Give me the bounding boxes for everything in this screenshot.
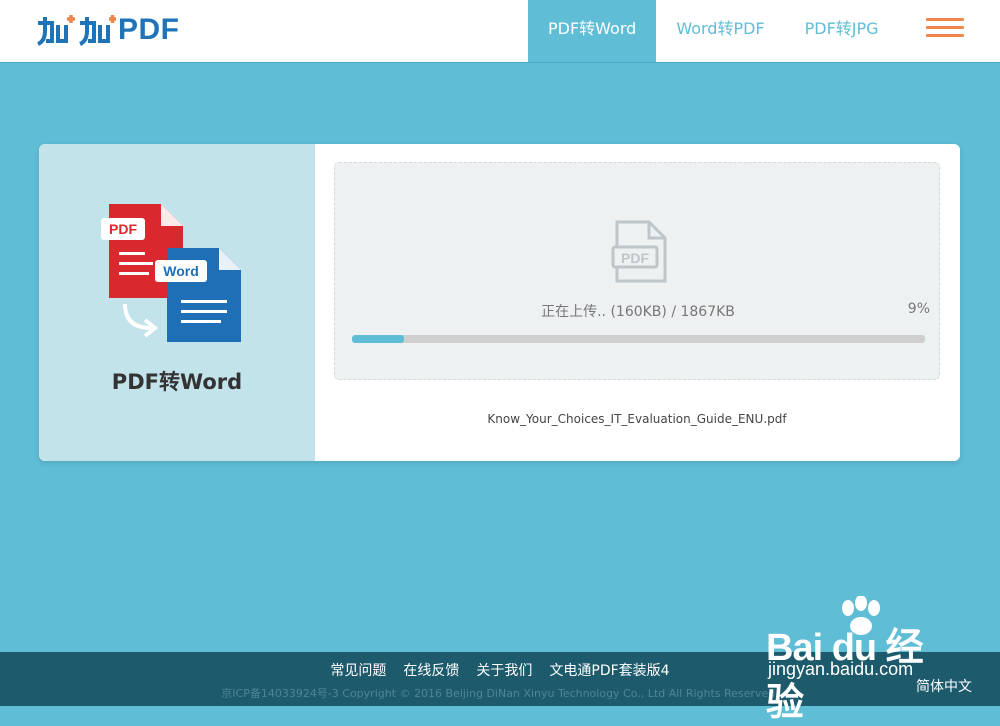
converter-info-panel: PDF Word PDF转Word xyxy=(39,144,315,461)
site-logo[interactable]: PDF xyxy=(36,10,180,50)
footer-link-faq[interactable]: 常见问题 xyxy=(330,660,386,680)
pdf-to-word-illustration-icon: PDF Word xyxy=(101,204,241,342)
tab-pdf-to-jpg[interactable]: PDF转JPG xyxy=(785,0,899,62)
upload-progress-bar xyxy=(352,335,925,343)
baidu-jingyan-watermark: Bai du 经验 jingyan.baidu.com xyxy=(762,596,952,724)
upload-percent-text: 9% xyxy=(907,301,930,317)
upload-progress-fill xyxy=(352,335,404,343)
upload-area[interactable]: PDF 正在上传.. (160KB) / 1867KB 9% xyxy=(334,162,940,380)
footer-link-about[interactable]: 关于我们 xyxy=(476,660,532,680)
footer-link-feedback[interactable]: 在线反馈 xyxy=(403,660,459,680)
watermark-url: jingyan.baidu.com xyxy=(768,659,914,679)
jiajia-logo-icon xyxy=(37,15,116,46)
illustration-pdf-label: PDF xyxy=(109,221,137,237)
top-header: PDF PDF转Word Word转PDF PDF转JPG xyxy=(0,0,1000,63)
uploaded-filename: Know_Your_Choices_IT_Evaluation_Guide_EN… xyxy=(487,412,787,426)
tab-pdf-to-word[interactable]: PDF转Word xyxy=(528,0,657,62)
file-icon-label: PDF xyxy=(621,250,649,266)
converter-title: PDF转Word xyxy=(111,370,243,394)
tab-word-to-pdf[interactable]: Word转PDF xyxy=(656,0,784,62)
footer-link-suite[interactable]: 文电通PDF套装版4 xyxy=(549,660,669,680)
logo-pdf-text: PDF xyxy=(118,13,180,46)
converter-card: PDF Word PDF转Word PDF 正在上传.. (160KB) / 1… xyxy=(39,144,960,461)
pdf-file-icon: PDF xyxy=(611,220,667,283)
main-nav: PDF转Word Word转PDF PDF转JPG xyxy=(528,0,899,62)
hamburger-menu-icon[interactable] xyxy=(926,18,964,38)
upload-status-text: 正在上传.. (160KB) / 1867KB xyxy=(541,304,735,320)
illustration-word-label: Word xyxy=(163,263,199,279)
